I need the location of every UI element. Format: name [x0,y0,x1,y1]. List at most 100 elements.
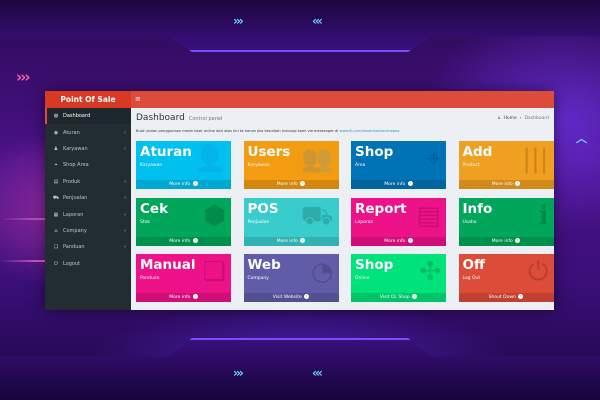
sidebar-item-label: Shop Area [63,162,89,169]
page-header: Dashboard Control panel [136,113,222,123]
arrow-circle-right-icon: › [300,181,306,186]
tile-icon: ⏻ [527,257,549,287]
arrow-circle-right-icon: › [515,181,521,186]
sidebar-item-shop-area[interactable]: ⌖ Shop Area [45,157,131,173]
breadcrumb: ⌂ Home › Dashboard [498,116,549,121]
tile-shop-2[interactable]: Shop Area ⌖ More info › [351,141,446,189]
tile-footer-label: More info [169,238,191,244]
tile-pos-5[interactable]: POS Penjualan ⛟ More info › [243,197,339,246]
tile-shop-10[interactable]: Shop Online ✣ Visit OL Shop › [351,254,446,302]
sidebar-item-icon: ▤ [53,178,59,185]
tile-footer-label: More info [491,238,513,244]
tile-report-6[interactable]: Report Laporan ▤ More info › [351,197,446,246]
tile-footer-link[interactable]: More info › [458,180,554,189]
chevron-left-icon: ‹ [124,244,126,251]
chevron-left-icon: ‹ [124,178,126,185]
sidebar-item-icon: ▦ [53,211,59,218]
sidebar-item-logout[interactable]: ⏻ Logout [45,256,131,272]
sidebar-item-company[interactable]: ⌂ Company ‹ [45,223,131,239]
tile-icon: 👥 [301,144,334,174]
sidebar-item-label: Karyawan [63,145,88,152]
tile-footer-label: Visit OL Shop [379,295,410,300]
arrow-circle-right-icon: › [192,181,198,186]
tile-title: Cek [140,200,169,217]
arrow-circle-right-icon: › [192,294,198,299]
tile-subtitle: Company [247,276,269,281]
app-logo[interactable]: Point Of Sale [45,91,131,108]
tile-users-1[interactable]: Users Karyawan 👥 More info › [243,141,339,189]
tile-title: Shop [355,257,394,273]
tile-title: Shop [355,144,394,160]
tile-cek-4[interactable]: Cek Stok ⬢ More info › [136,197,231,246]
sidebar-item-aturan[interactable]: ◉ Aturan ‹ [45,124,131,140]
sidebar: ◍ Dashboard ◉ Aturan ‹ ♟ Karyawan ‹ ⌖ Shop Area ▤ P… [45,108,131,310]
tile-footer-link[interactable]: More info › [458,236,554,246]
tile-footer-label: Visit Website [272,295,302,300]
breadcrumb-separator: › [519,116,522,121]
tile-subtitle: Panduan [140,276,160,281]
tile-web-9[interactable]: Web Company ◔ Visit Website › [243,254,339,302]
tile-title: Aturan [140,144,192,160]
description-body: Buat urutan penggunaan mesin kasir onlin… [136,129,339,133]
chevron-right-icon: ››› [16,68,30,86]
chevron-left-icon: ‹‹‹ [312,366,323,380]
tile-aturan-0[interactable]: Aturan Karyawan 👤 More info › [136,141,231,189]
tile-manual-8[interactable]: Manual Panduan ❏ More info › [136,254,231,302]
tile-footer-link[interactable]: Visit Website › [243,293,339,302]
sidebar-item-penjualan[interactable]: ⛟ Penjualan ‹ [45,190,131,206]
sidebar-item-label: Dashboard [63,113,91,120]
chevron-right-icon: ››› [233,366,244,380]
sidebar-item-panduan[interactable]: ❏ Panduan ‹ [45,239,131,255]
tile-footer-link[interactable]: More info › [136,293,231,302]
pos-window: Point Of Sale ≡ ◍ Dashboard ◉ Aturan ‹ ♟ Karya… [45,91,554,310]
top-navbar: Point Of Sale ≡ [45,91,554,108]
tile-title: Info [462,200,493,217]
arrow-circle-right-icon: › [300,237,306,243]
tile-footer-label: More info [169,182,191,187]
tile-footer-link[interactable]: Shout Down › [458,293,554,302]
sidebar-item-label: Panduan [63,244,85,251]
chevron-left-icon: ‹ [124,227,126,234]
sidebar-item-label: Aturan [63,129,80,136]
tile-footer-label: More info [276,238,298,244]
tile-icon: ⬢ [203,200,226,231]
tile-subtitle: Usaha [462,219,477,225]
tile-footer-link[interactable]: More info › [136,236,231,246]
tile-icon: ||| [522,144,549,174]
chevron-left-icon: ‹‹‹ [312,14,323,28]
sidebar-item-label: Penjualan [63,195,88,202]
tile-icon: ◔ [310,257,334,287]
tile-add-3[interactable]: Add Product ||| More info › [458,141,554,189]
tile-title: Manual [140,257,196,273]
chevron-left-icon: ‹ [124,195,126,202]
sidebar-item-produk[interactable]: ▤ Produk ‹ [45,174,131,190]
tile-subtitle: Laporan [355,219,374,225]
sidebar-item-dashboard[interactable]: ◍ Dashboard [45,108,131,125]
tile-footer-link[interactable]: More info › [351,180,446,189]
tile-footer-link[interactable]: Visit OL Shop › [351,293,446,302]
tile-subtitle: Karyawan [247,163,270,168]
sidebar-item-icon: ◉ [53,129,59,136]
tile-title: Users [247,144,291,160]
sidebar-item-icon: ❏ [53,244,59,251]
tile-footer-label: More info [384,182,406,187]
sidebar-item-laporan[interactable]: ▦ Laporan ‹ [45,206,131,222]
arrow-circle-right-icon: › [192,237,198,243]
tile-footer-link[interactable]: More info › [243,180,339,189]
tile-icon: ℹ [538,200,549,231]
breadcrumb-home[interactable]: Home [503,116,516,121]
tile-subtitle: Penjualan [247,219,270,225]
menu-toggle-icon[interactable]: ≡ [135,91,141,108]
sidebar-item-icon: ♟ [53,145,59,152]
sidebar-item-karyawan[interactable]: ♟ Karyawan ‹ [45,141,131,157]
tile-off-11[interactable]: Off Log Out ⏻ Shout Down › [458,254,554,302]
tile-subtitle: Stok [140,219,150,225]
tile-footer-link[interactable]: More info › [243,236,339,246]
sidebar-item-label: Laporan [63,211,84,218]
tile-footer-link[interactable]: More info › [136,180,231,189]
tile-info-7[interactable]: Info Usaha ℹ More info › [458,197,554,246]
tile-footer-link[interactable]: More info › [351,236,446,246]
arrow-circle-right-icon: › [412,294,418,299]
messenger-link[interactable]: www.fb.com/mesinkasironlinepos [340,129,400,133]
tile-icon: 👤 [193,144,226,174]
